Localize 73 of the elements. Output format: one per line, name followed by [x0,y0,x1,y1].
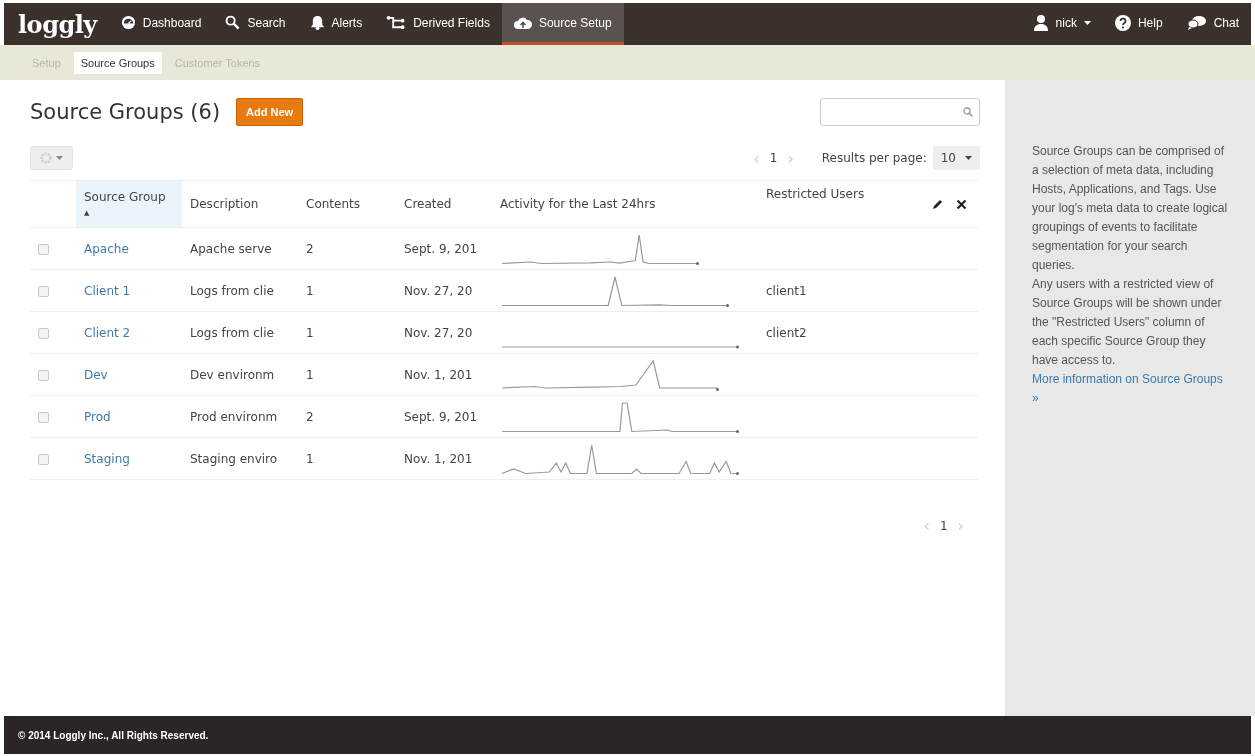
search-field[interactable] [820,98,980,126]
dashboard-icon [120,15,136,30]
help-icon [1114,14,1131,31]
row-checkbox[interactable] [38,243,49,255]
help-text: Source Groups can be comprised of a selection of meta data, including Hosts, Applications, and Tags. Use your log's meta data to create logical groupings of events to facilitate segmentation for your search queries. [1032,143,1229,274]
source-group-link[interactable]: Prod [84,409,111,424]
row-checkbox[interactable] [38,327,49,339]
nav-tab[interactable]: Dashboard [108,3,214,45]
table-cell: 2 [306,241,314,256]
edit-icon[interactable] [932,198,944,210]
table-cell: Logs from clie [190,325,274,340]
nav-tab[interactable]: Alerts [297,3,375,45]
table-cell: Nov. 1, 201 [404,367,473,382]
search-icon [963,107,973,117]
nav-link[interactable]: Help [1102,3,1175,45]
column-header[interactable]: Created [396,180,492,228]
search-icon [225,15,241,30]
branch-icon [386,15,407,30]
row-checkbox[interactable] [38,411,49,423]
nav-tab[interactable]: Derived Fields [374,3,502,45]
column-header[interactable]: Contents [298,180,396,228]
user-icon [1032,14,1049,31]
page-number[interactable]: 1 [769,151,778,165]
sub-tab[interactable]: Source Groups [73,51,162,74]
chat-icon [1186,15,1207,30]
gear-icon [40,152,52,164]
source-group-link[interactable]: Client 2 [84,325,131,340]
nav-tab[interactable]: Search [213,3,298,45]
source-group-link[interactable]: Client 1 [84,283,131,298]
table-cell: Apache serve [190,241,272,256]
source-group-link[interactable]: Dev [84,367,108,382]
results-per-page-dropdown[interactable]: 10 [932,146,980,170]
loggly-logo[interactable]: loggly [4,3,109,45]
column-header[interactable]: Description [182,180,298,228]
close-icon[interactable] [956,198,967,210]
nav-tab[interactable]: Source Setup [501,3,624,45]
nav-link[interactable]: Chat [1174,3,1251,45]
table-cell: Sept. 9, 201 [404,241,478,256]
more-info-link[interactable]: More information on Source Groups » [1032,370,1231,408]
bell-icon [309,15,325,30]
table-cell: 1 [306,325,314,340]
source-group-link[interactable]: Staging [84,451,130,466]
row-checkbox[interactable] [38,285,49,297]
copyright-text: © 2014 Loggly Inc., All Rights Reserved. [18,729,209,741]
table-cell: client1 [766,283,807,298]
row-checkbox[interactable] [38,453,49,465]
column-header[interactable]: Activity for the Last 24hrs [492,180,758,228]
cloud-icon [513,15,532,30]
source-group-link[interactable]: Apache [84,241,129,256]
table-cell: Sept. 9, 201 [404,409,478,424]
table-cell: Nov. 1, 201 [404,451,473,466]
results-per-page-label: Results per page: [821,151,927,165]
page-title: Source Groups (6) [30,100,221,124]
caret-icon [1083,20,1091,25]
table-cell: 1 [306,283,314,298]
table-cell: Prod environm [190,409,278,424]
table-cell: 2 [306,409,314,424]
table-cell: client2 [766,325,807,340]
table-cell: Nov. 27, 20 [404,325,473,340]
help-text: Any users with a restricted view of Source Groups will be shown under the "Restricted Users" column of each specific Source Group they have access to. [1032,276,1223,369]
table-cell: Staging enviro [190,451,278,466]
user-menu[interactable]: nick [1020,3,1103,45]
table-cell: 1 [306,451,314,466]
row-checkbox[interactable] [38,369,49,381]
column-header[interactable]: Restricted Users [758,180,924,228]
page-number[interactable]: 1 [939,518,948,533]
table-cell: Dev environm [190,367,275,382]
table-cell: 1 [306,367,314,382]
table-cell: Nov. 27, 20 [404,283,473,298]
caret-icon [965,156,972,160]
settings-dropdown[interactable] [30,146,73,170]
caret-icon [56,156,63,160]
table-cell: Logs from clie [190,283,274,298]
